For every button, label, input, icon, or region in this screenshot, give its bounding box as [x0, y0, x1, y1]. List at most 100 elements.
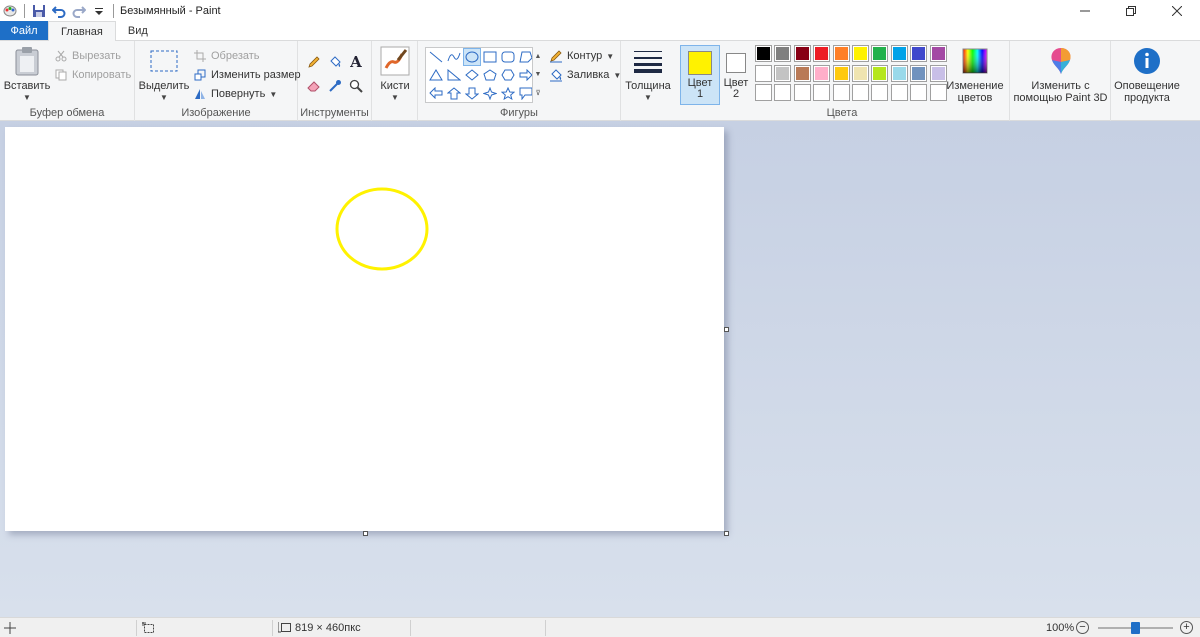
color-swatch[interactable] [774, 65, 791, 82]
paint3d-group: Изменить с помощью Paint 3D [1010, 41, 1111, 121]
thickness-button[interactable]: Толщина ▼ [625, 45, 671, 104]
color-swatch[interactable] [755, 65, 772, 82]
copy-icon [54, 68, 68, 82]
color-swatch[interactable] [774, 45, 791, 62]
diamond-shape-icon[interactable] [463, 66, 481, 84]
clipboard-group: Вставить ▼ Вырезать Копировать Буфер обм… [0, 41, 135, 121]
rectangle-shape-icon[interactable] [481, 48, 499, 66]
clipboard-icon [11, 45, 43, 77]
arrow-down-shape-icon[interactable] [463, 84, 481, 102]
workspace[interactable] [0, 121, 1200, 617]
color-swatch[interactable] [910, 84, 927, 101]
line-shape-icon[interactable] [427, 48, 445, 66]
color-swatch[interactable] [774, 84, 791, 101]
color-swatch[interactable] [871, 45, 888, 62]
redo-icon[interactable] [71, 3, 87, 19]
zoom-in-button[interactable]: + [1180, 621, 1193, 634]
color-swatch[interactable] [833, 65, 850, 82]
hexagon-shape-icon[interactable] [499, 66, 517, 84]
color-swatch[interactable] [794, 84, 811, 101]
edit-with-paint3d-button[interactable]: Изменить с помощью Paint 3D [1013, 45, 1108, 104]
oval-shape-icon[interactable] [463, 48, 481, 66]
customize-toolbar-icon[interactable] [91, 3, 107, 19]
restore-button[interactable] [1108, 0, 1154, 22]
color-swatch[interactable] [910, 65, 927, 82]
eraser-tool[interactable] [307, 77, 321, 95]
color-swatch[interactable] [852, 84, 869, 101]
zoom-slider-thumb[interactable] [1131, 622, 1140, 634]
color-swatch[interactable] [794, 45, 811, 62]
curve-shape-icon[interactable] [445, 48, 463, 66]
paste-button[interactable]: Вставить ▼ [4, 45, 50, 104]
product-alert-button[interactable]: Оповещение продукта [1114, 45, 1180, 104]
thickness-label: Толщина [625, 80, 671, 92]
undo-icon[interactable] [51, 3, 67, 19]
color-swatch[interactable] [833, 84, 850, 101]
resize-button[interactable]: Изменить размер [193, 66, 301, 84]
gallery-expand-icon[interactable]: ⊽ [535, 89, 540, 97]
color-swatch[interactable] [910, 45, 927, 62]
canvas-resize-handle-bottom[interactable] [363, 531, 368, 536]
triangle-shape-icon[interactable] [427, 66, 445, 84]
brushes-button[interactable]: Кисти ▼ [376, 45, 414, 104]
magnifier-tool[interactable] [349, 77, 363, 95]
color-swatch[interactable] [813, 65, 830, 82]
color-swatch[interactable] [755, 45, 772, 62]
color-swatch[interactable] [930, 45, 947, 62]
scroll-up-icon[interactable]: ▲ [535, 53, 542, 60]
color-picker-tool[interactable] [328, 77, 342, 95]
color-swatch[interactable] [794, 65, 811, 82]
five-point-star-shape-icon[interactable] [499, 84, 517, 102]
color-swatch[interactable] [813, 45, 830, 62]
save-icon[interactable] [31, 3, 47, 19]
tab-home[interactable]: Главная [48, 21, 116, 41]
pentagon-shape-icon[interactable] [481, 66, 499, 84]
tab-view[interactable]: Вид [116, 21, 160, 40]
edit-colors-button[interactable]: Изменение цветов [945, 45, 1005, 104]
crop-button[interactable]: Обрезать [193, 47, 260, 65]
minimize-button[interactable] [1062, 0, 1108, 22]
color-swatch[interactable] [871, 65, 888, 82]
image-size-indicator: 819 × 460пкс [277, 618, 361, 637]
select-button[interactable]: Выделить ▼ [139, 45, 189, 104]
zoom-out-button[interactable]: − [1076, 621, 1089, 634]
fill-button[interactable]: Заливка ▼ [549, 66, 621, 84]
color-swatch[interactable] [891, 45, 908, 62]
eraser-icon [307, 79, 321, 93]
scroll-down-icon[interactable]: ▼ [535, 71, 542, 78]
canvas-resize-handle-corner[interactable] [724, 531, 729, 536]
right-triangle-shape-icon[interactable] [445, 66, 463, 84]
color-swatch[interactable] [852, 45, 869, 62]
cut-button[interactable]: Вырезать [54, 47, 121, 65]
color-swatch[interactable] [871, 84, 888, 101]
arrow-up-shape-icon[interactable] [445, 84, 463, 102]
color-swatch[interactable] [891, 65, 908, 82]
text-tool[interactable]: A [349, 53, 363, 71]
ribbon-tabs: Файл Главная Вид [0, 21, 1200, 41]
fill-tool[interactable] [328, 53, 342, 71]
rotate-button[interactable]: Повернуть ▼ [193, 85, 277, 103]
color2-selector[interactable]: Цвет 2 [716, 45, 756, 105]
image-dimensions-text: 819 × 460пкс [295, 622, 361, 634]
drawing-canvas[interactable] [5, 127, 724, 531]
four-point-star-shape-icon[interactable] [481, 84, 499, 102]
canvas-resize-handle-right[interactable] [724, 327, 729, 332]
color-swatch[interactable] [930, 65, 947, 82]
color1-selector[interactable]: Цвет 1 [680, 45, 720, 105]
color-swatch[interactable] [930, 84, 947, 101]
shapes-gallery-scroll[interactable]: ▲ ▼ ⊽ [532, 47, 543, 103]
outline-button[interactable]: Контур ▼ [549, 47, 614, 65]
color-swatch[interactable] [813, 84, 830, 101]
copy-button[interactable]: Копировать [54, 66, 131, 84]
rounded-rectangle-shape-icon[interactable] [499, 48, 517, 66]
color-swatch[interactable] [833, 45, 850, 62]
color-swatch[interactable] [755, 84, 772, 101]
paint-app-icon[interactable] [2, 3, 18, 19]
status-bar: 819 × 460пкс 100% − + [0, 617, 1200, 637]
color-swatch[interactable] [891, 84, 908, 101]
close-button[interactable] [1154, 0, 1200, 22]
tab-file[interactable]: Файл [0, 21, 48, 40]
color-swatch[interactable] [852, 65, 869, 82]
arrow-left-shape-icon[interactable] [427, 84, 445, 102]
pencil-tool[interactable] [307, 53, 321, 71]
